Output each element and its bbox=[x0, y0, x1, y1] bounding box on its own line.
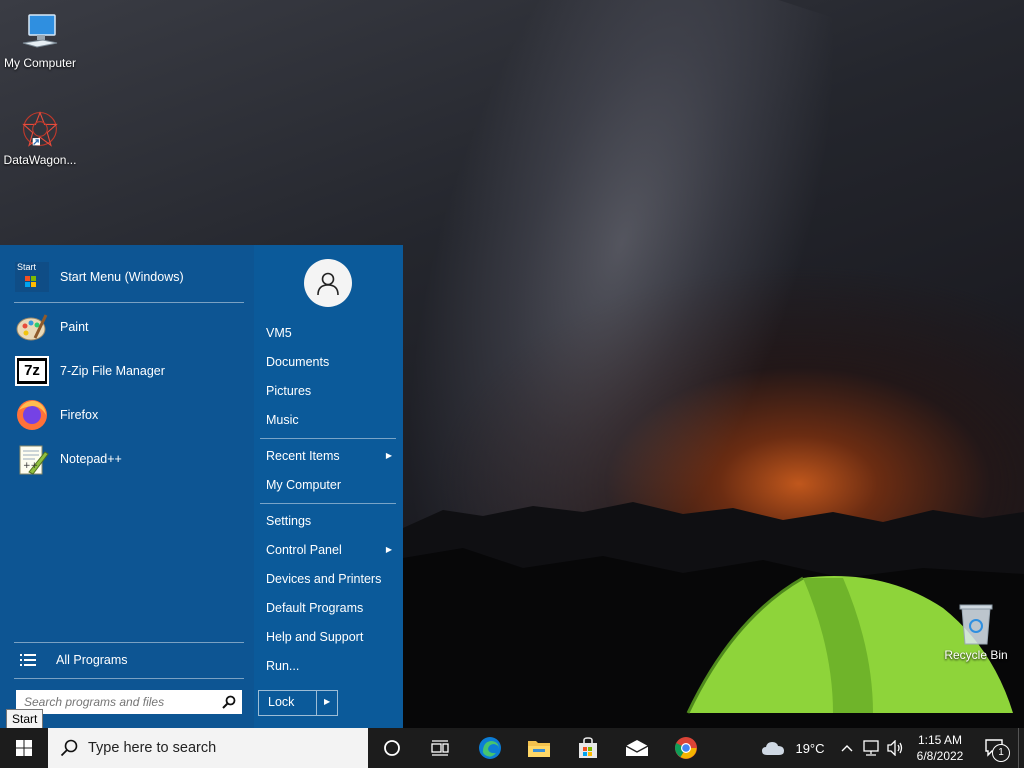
menu-item-music[interactable]: Music bbox=[266, 408, 396, 432]
taskbar-search-box[interactable]: Type here to search bbox=[48, 728, 368, 768]
7zip-icon: 7z bbox=[14, 353, 50, 389]
desktop-icon-recycle-bin[interactable]: Recycle Bin bbox=[936, 602, 1016, 662]
desktop-icon-label: My Computer bbox=[3, 56, 77, 70]
search-icon bbox=[60, 739, 78, 757]
pinned-label: Start Menu (Windows) bbox=[60, 270, 184, 284]
separator bbox=[14, 678, 244, 679]
desktop-icon-label: Recycle Bin bbox=[944, 648, 1008, 662]
show-hidden-icons-button[interactable] bbox=[838, 728, 856, 768]
task-view-button[interactable] bbox=[416, 728, 464, 768]
lock-button[interactable]: Lock ▶ bbox=[258, 690, 338, 716]
menu-item-label: Recent Items bbox=[266, 449, 340, 463]
store-bag-icon bbox=[579, 737, 597, 758]
monitor-icon bbox=[20, 10, 60, 54]
menu-item-recent-items[interactable]: Recent Items ▶ bbox=[266, 444, 396, 468]
separator bbox=[260, 503, 396, 504]
all-programs-button[interactable]: All Programs bbox=[16, 640, 248, 680]
weather-widget[interactable]: 19°C bbox=[758, 728, 828, 768]
folder-icon bbox=[528, 741, 550, 757]
start-search-box[interactable] bbox=[16, 690, 242, 714]
chevron-up-icon bbox=[841, 745, 853, 752]
clock[interactable]: 1:15 AM 6/8/2022 bbox=[908, 728, 972, 768]
user-avatar[interactable] bbox=[304, 259, 352, 307]
menu-item-documents[interactable]: Documents bbox=[266, 350, 396, 374]
taskbar-file-explorer[interactable] bbox=[515, 728, 563, 768]
recycle-bin-icon bbox=[956, 602, 996, 646]
menu-item-run[interactable]: Run... bbox=[266, 654, 396, 678]
firefox-icon bbox=[14, 397, 50, 433]
taskbar-mail[interactable] bbox=[613, 728, 661, 768]
chevron-right-icon: ▶ bbox=[385, 451, 392, 460]
taskbar: Type here to search 19°C 1:15 AM 6/8/202… bbox=[0, 728, 1024, 768]
menu-item-control-panel[interactable]: Control Panel ▶ bbox=[266, 538, 396, 562]
paint-icon bbox=[14, 309, 50, 345]
menu-item-pictures[interactable]: Pictures bbox=[266, 379, 396, 403]
menu-item-user[interactable]: VM5 bbox=[266, 321, 396, 345]
notepadpp-icon: ++ bbox=[14, 441, 50, 477]
chevron-right-icon: ▶ bbox=[324, 697, 331, 706]
show-desktop-button[interactable] bbox=[1018, 728, 1024, 768]
start-tooltip: Start bbox=[6, 709, 44, 729]
pinned-label: Notepad++ bbox=[60, 452, 122, 466]
menu-item-default-programs[interactable]: Default Programs bbox=[266, 596, 396, 620]
clock-date: 6/8/2022 bbox=[916, 749, 964, 763]
start-menu: Start Start Menu (Windows) Paint 7z 7-Zi… bbox=[0, 245, 403, 728]
lock-label: Lock bbox=[268, 695, 295, 709]
notification-count-badge: 1 bbox=[992, 744, 1010, 762]
clock-time: 1:15 AM bbox=[917, 733, 963, 747]
edge-icon bbox=[479, 737, 501, 759]
pinned-7zip[interactable]: 7z 7-Zip File Manager bbox=[14, 351, 246, 391]
cortana-circle-icon bbox=[384, 740, 400, 756]
network-icon bbox=[863, 740, 879, 756]
mail-icon bbox=[625, 740, 649, 756]
menu-item-my-computer[interactable]: My Computer bbox=[266, 473, 396, 497]
start-search-input[interactable] bbox=[22, 690, 216, 714]
start-menu-programs-pane: Start Start Menu (Windows) Paint 7z 7-Zi… bbox=[0, 245, 254, 728]
speaker-icon bbox=[887, 740, 903, 756]
desktop-icon-my-computer[interactable]: My Computer bbox=[0, 10, 80, 70]
taskbar-chrome[interactable] bbox=[662, 728, 710, 768]
menu-item-help-support[interactable]: Help and Support bbox=[266, 625, 396, 649]
pinned-paint[interactable]: Paint bbox=[14, 307, 246, 347]
search-icon[interactable] bbox=[222, 695, 236, 709]
pinned-firefox[interactable]: Firefox bbox=[14, 395, 246, 435]
taskbar-search-placeholder: Type here to search bbox=[88, 740, 217, 756]
cortana-button[interactable] bbox=[368, 728, 416, 768]
menu-item-settings[interactable]: Settings bbox=[266, 509, 396, 533]
cloud-icon bbox=[762, 742, 785, 755]
datawagon-icon bbox=[20, 107, 60, 151]
lock-options-button[interactable]: ▶ bbox=[316, 691, 338, 715]
taskbar-store[interactable] bbox=[564, 728, 612, 768]
wallpaper-landscape bbox=[403, 502, 1024, 730]
separator bbox=[260, 438, 396, 439]
list-icon bbox=[16, 648, 40, 672]
taskbar-edge[interactable] bbox=[466, 728, 514, 768]
chevron-right-icon: ▶ bbox=[385, 545, 392, 554]
user-icon bbox=[317, 272, 339, 296]
desktop-icon-datawagon[interactable]: DataWagon... bbox=[0, 107, 80, 167]
action-center-button[interactable]: 1 bbox=[978, 728, 1012, 768]
network-button[interactable] bbox=[860, 728, 882, 768]
separator bbox=[14, 302, 244, 303]
windows-logo-icon bbox=[16, 740, 32, 756]
menu-item-devices-printers[interactable]: Devices and Printers bbox=[266, 567, 396, 591]
task-view-icon bbox=[431, 740, 449, 756]
start-menu-icon: Start bbox=[14, 259, 50, 295]
volume-button[interactable] bbox=[884, 728, 906, 768]
start-icon-text: Start bbox=[17, 262, 37, 272]
menu-item-label: Control Panel bbox=[266, 543, 342, 557]
pinned-label: Firefox bbox=[60, 408, 99, 422]
desktop-icon-label: DataWagon... bbox=[3, 153, 77, 167]
weather-temp: 19°C bbox=[795, 740, 825, 756]
svg-text:++: ++ bbox=[23, 461, 38, 471]
start-menu-places-pane: VM5 Documents Pictures Music Recent Item… bbox=[255, 245, 403, 728]
chrome-icon bbox=[675, 737, 697, 759]
pinned-notepadpp[interactable]: ++ Notepad++ bbox=[14, 439, 246, 479]
pinned-label: 7-Zip File Manager bbox=[60, 364, 165, 378]
pinned-label: Paint bbox=[60, 320, 89, 334]
pinned-start-menu-windows[interactable]: Start Start Menu (Windows) bbox=[14, 257, 246, 297]
all-programs-label: All Programs bbox=[56, 653, 128, 667]
start-button[interactable] bbox=[0, 728, 48, 768]
